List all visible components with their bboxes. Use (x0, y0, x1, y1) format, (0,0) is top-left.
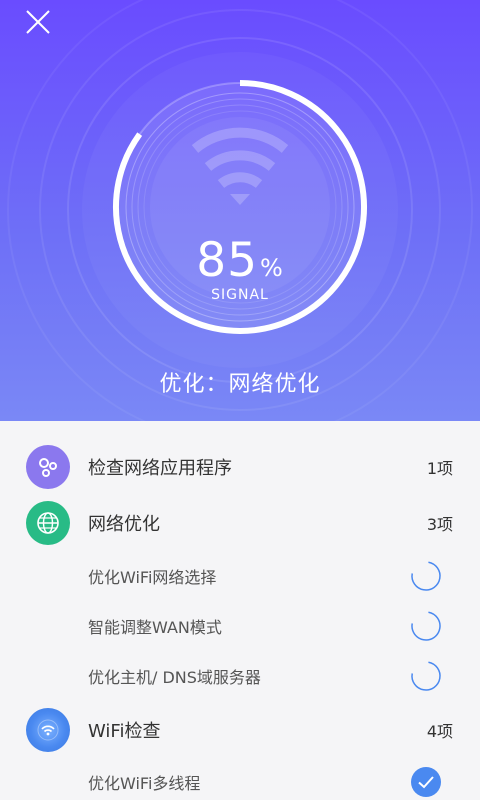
close-icon (26, 10, 50, 34)
loading-spinner-icon (411, 561, 441, 591)
category-row-network[interactable]: 网络优化 3项 (0, 501, 480, 545)
globe-icon (26, 501, 70, 545)
signal-gauge: 85% SIGNAL (100, 77, 380, 342)
category-row-wifi[interactable]: WiFi检查 4项 (0, 708, 480, 752)
list-item[interactable]: 优化WiFi多线程 (0, 766, 480, 798)
category-label: 检查网络应用程序 (88, 458, 232, 479)
signal-percent: 85% (100, 233, 380, 288)
category-count: 4项 (426, 722, 453, 741)
item-label: 智能调整WAN模式 (88, 618, 222, 637)
loading-spinner-icon (411, 611, 441, 641)
hero-panel: 85% SIGNAL 优化：网络优化 (0, 0, 480, 421)
category-row-apps[interactable]: 检查网络应用程序 1项 (0, 445, 480, 489)
list-item[interactable]: 优化WiFi网络选择 (0, 560, 480, 592)
optimization-list: 检查网络应用程序 1项 网络优化 3项 优化WiFi网络选择 智能调整WAN模式 (0, 421, 480, 800)
category-label: 网络优化 (88, 514, 160, 535)
loading-spinner-icon (411, 661, 441, 691)
close-button[interactable] (22, 6, 54, 38)
category-count: 1项 (426, 459, 453, 478)
check-circle-icon (411, 767, 441, 797)
optimization-status: 优化：网络优化 (159, 372, 321, 397)
category-label: WiFi检查 (88, 721, 161, 742)
signal-value: 85 (196, 233, 258, 288)
item-label: 优化主机/ DNS域服务器 (88, 668, 261, 687)
signal-unit: % (260, 254, 284, 282)
list-item[interactable]: 智能调整WAN模式 (0, 610, 480, 642)
apps-icon (26, 445, 70, 489)
category-count: 3项 (426, 515, 453, 534)
item-label: 优化WiFi多线程 (88, 774, 201, 793)
signal-label: SIGNAL (211, 287, 269, 303)
wifi-icon (26, 708, 70, 752)
item-label: 优化WiFi网络选择 (88, 568, 217, 587)
list-item[interactable]: 优化主机/ DNS域服务器 (0, 660, 480, 692)
